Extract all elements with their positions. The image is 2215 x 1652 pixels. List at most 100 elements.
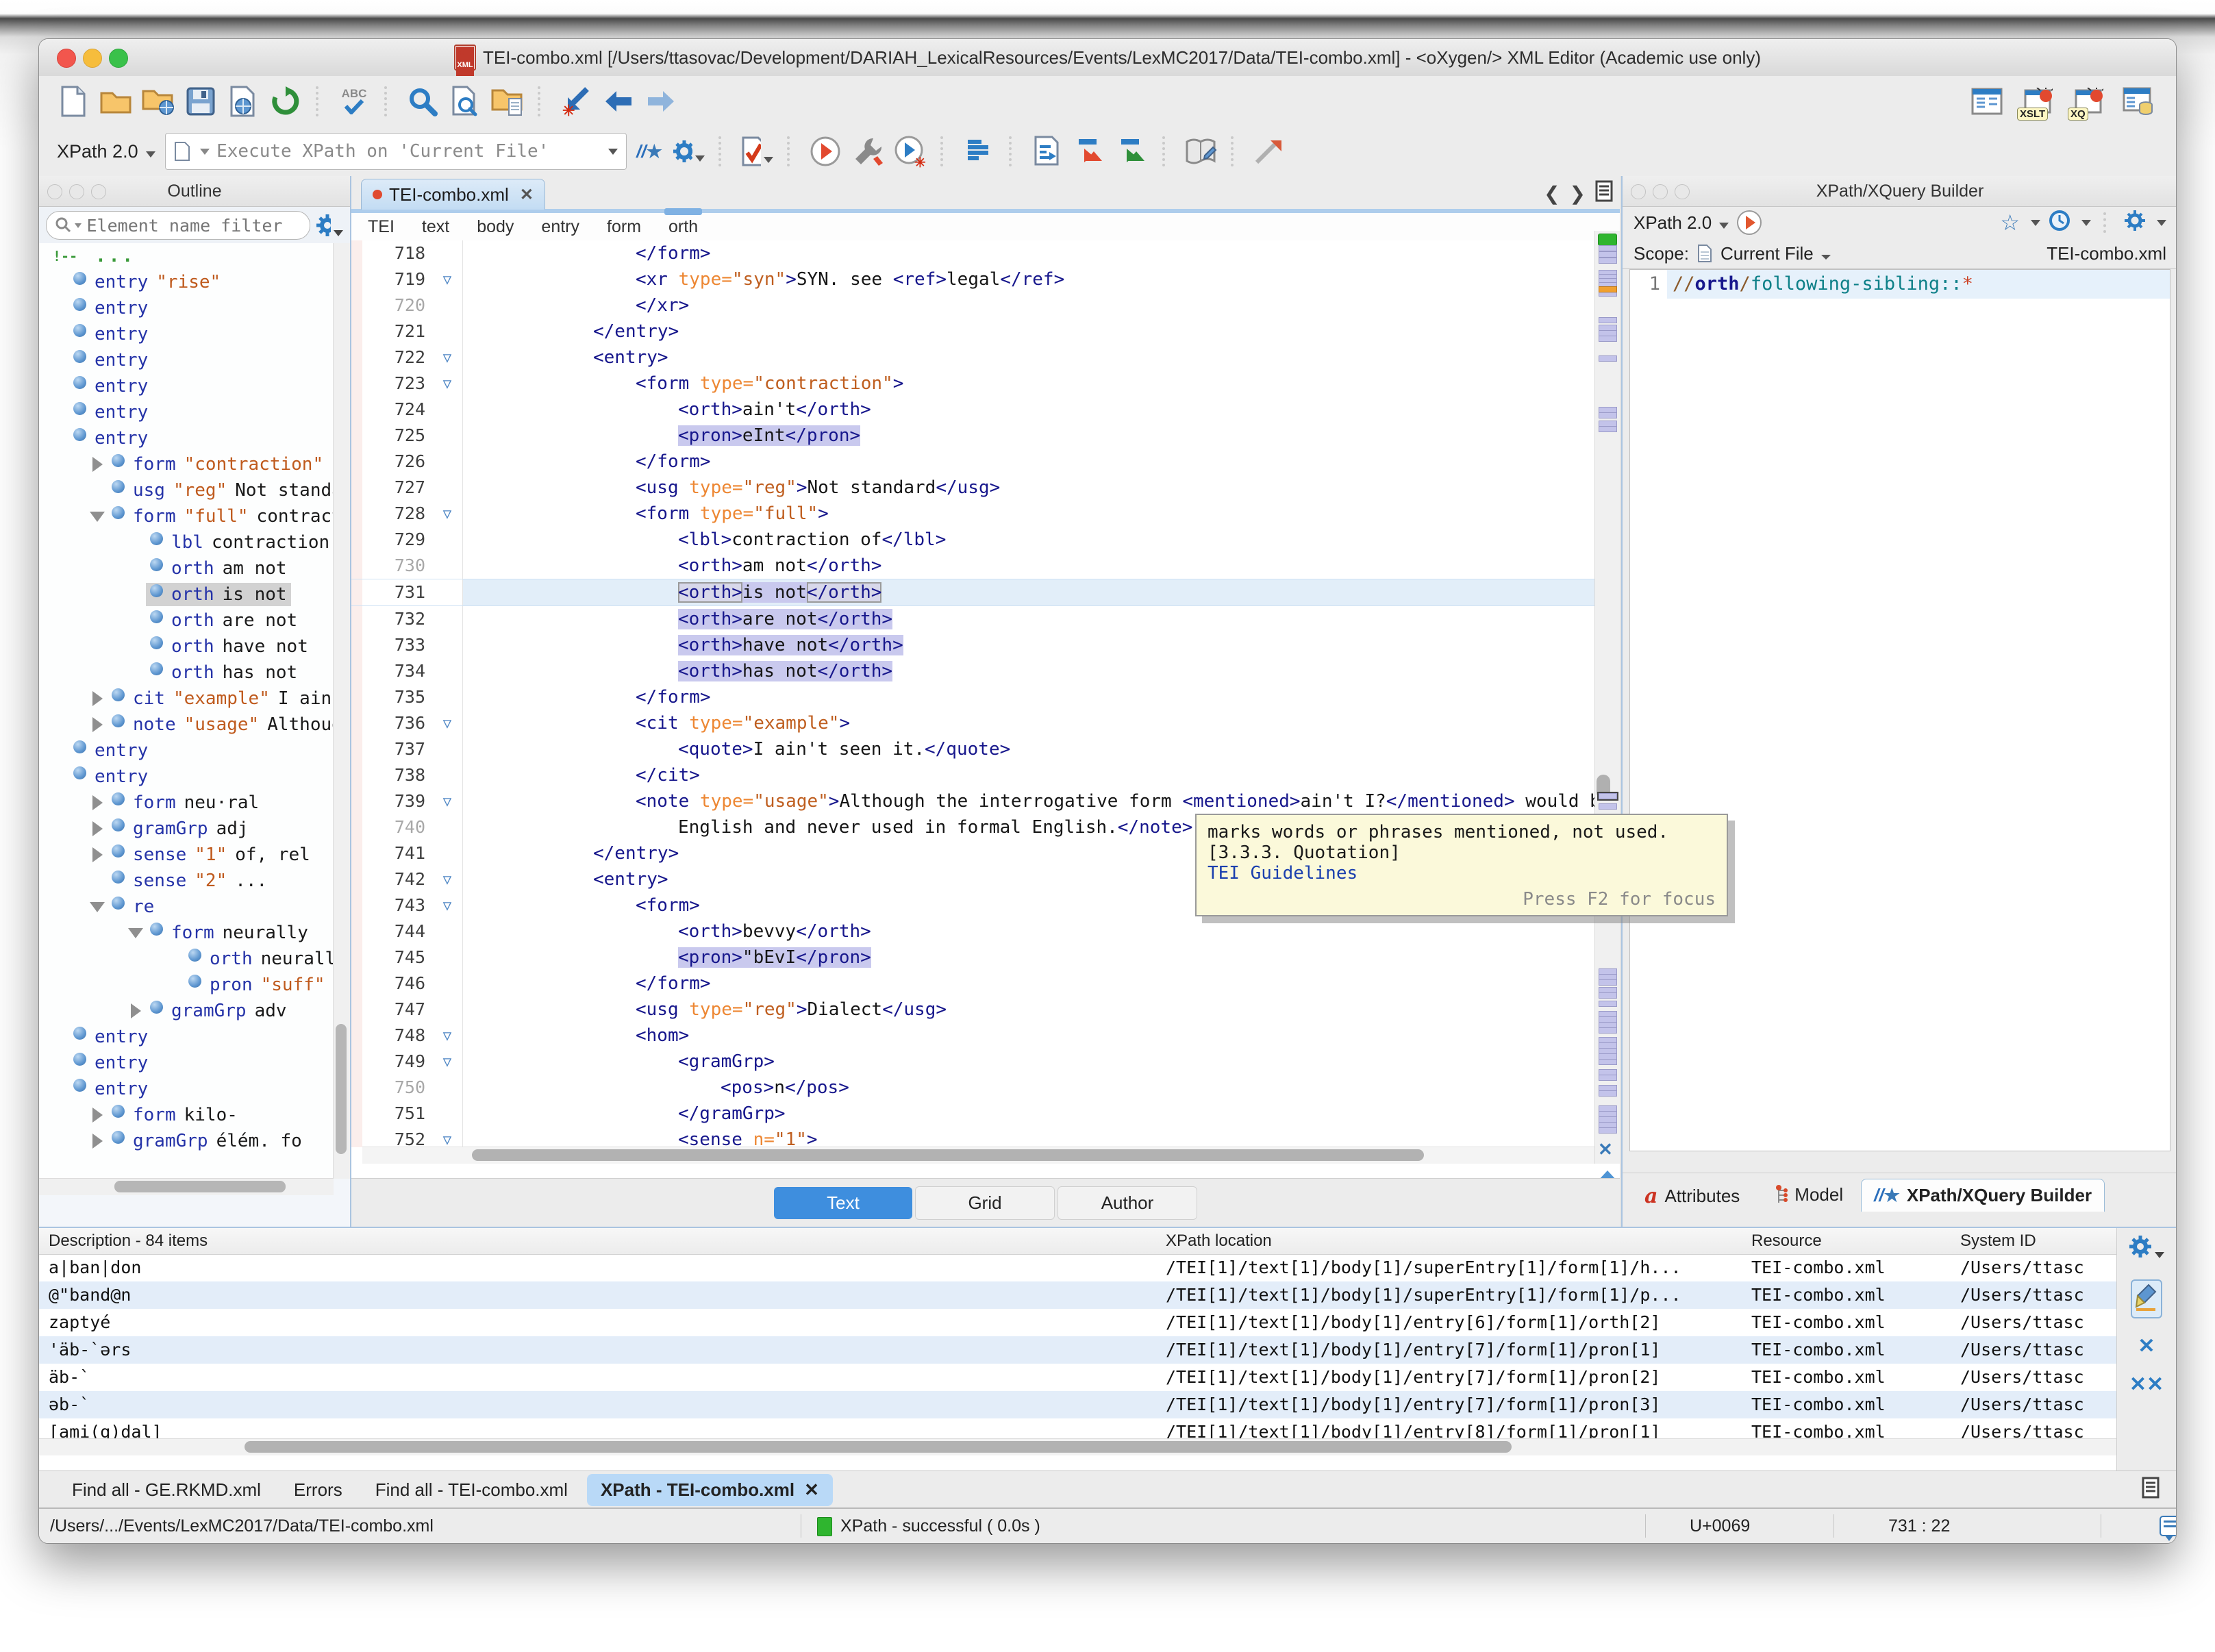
fold-toggle-icon[interactable]: ▽ (432, 1049, 463, 1075)
xpath-favorites-icon[interactable]: //★ (636, 135, 662, 168)
back-button[interactable] (602, 85, 635, 118)
outline-item[interactable]: !--... (39, 243, 334, 269)
expand-toggle-icon[interactable] (87, 847, 108, 862)
code-line[interactable]: 748▽<hom> (351, 1023, 1595, 1049)
expand-toggle-icon[interactable] (87, 902, 108, 912)
outline-item[interactable]: formneurally (39, 920, 334, 946)
outline-item[interactable]: formneu·ral (39, 790, 334, 816)
code-line[interactable]: 724<orth>ain't</orth> (351, 397, 1595, 423)
outline-item[interactable]: entry (39, 1076, 334, 1102)
scope-dropdown[interactable]: Current File (1720, 243, 1831, 264)
result-row[interactable]: a|ban|don/TEI[1]/text[1]/body[1]/superEn… (39, 1254, 2117, 1281)
find-in-files-button[interactable] (449, 85, 481, 118)
outline-item[interactable]: re (39, 894, 334, 920)
code-line[interactable]: 733<orth>have not</orth> (351, 632, 1595, 658)
outline-item[interactable]: gramGrpélém. fo (39, 1128, 334, 1154)
result-row[interactable]: 'äb-`ərs/TEI[1]/text[1]/body[1]/entry[7]… (39, 1336, 2117, 1364)
save-as-url-button[interactable] (227, 85, 260, 118)
builder-expression-editor[interactable]: 1 //orth/following-sibling::* (1629, 269, 2170, 1151)
code-line[interactable]: 720</xr> (351, 292, 1595, 318)
fold-toggle-icon[interactable]: ▽ (432, 1127, 463, 1147)
code-line[interactable]: 723▽<form type="contraction"> (351, 371, 1595, 397)
bottom-tab-xpath-tei-combo-xml[interactable]: XPath - TEI-combo.xml✕ (587, 1474, 833, 1506)
fold-toggle-icon[interactable]: ▽ (432, 501, 463, 527)
open-folder-button[interactable] (99, 85, 132, 118)
outline-item[interactable]: entry (39, 347, 334, 373)
outline-item[interactable]: form"full"contraction of (39, 503, 334, 529)
outline-item[interactable]: cit"example"I ain't seen it. (39, 686, 334, 712)
documentation-edit-icon[interactable] (1184, 135, 1217, 168)
remove-all-results-icon[interactable]: ✕✕ (2129, 1375, 2164, 1395)
expand-toggle-icon[interactable] (87, 691, 108, 706)
validate-button[interactable] (740, 135, 773, 168)
code-line[interactable]: 721</entry> (351, 318, 1595, 345)
view-tab-author[interactable]: Author (1058, 1186, 1197, 1220)
view-tab-text[interactable]: Text (774, 1187, 912, 1219)
forward-button[interactable] (645, 85, 677, 118)
fold-toggle-icon[interactable]: ▽ (432, 1023, 463, 1049)
breadcrumb-item-orth[interactable]: orth (668, 217, 698, 237)
apply-transformation-button[interactable] (809, 135, 842, 168)
fold-toggle-icon[interactable]: ▽ (432, 866, 463, 892)
save-button[interactable] (184, 85, 217, 118)
builder-settings-gear-icon[interactable] (2124, 210, 2146, 236)
close-window-button[interactable] (57, 49, 76, 68)
outline-item[interactable]: form"contraction" (39, 451, 334, 477)
database-perspective-icon[interactable] (2123, 85, 2155, 118)
outline-item[interactable]: entry (39, 399, 334, 425)
close-tab-icon[interactable]: ✕ (520, 185, 534, 205)
message-bubble-icon[interactable] (2160, 1516, 2177, 1541)
outline-item[interactable]: entry (39, 321, 334, 347)
outline-vertical-scrollbar[interactable] (333, 243, 350, 1179)
clear-highlights-icon[interactable]: ✕ (1598, 1142, 1613, 1157)
code-line[interactable]: 752▽<sense n="1"> (351, 1127, 1595, 1147)
results-settings-gear-icon[interactable] (2129, 1235, 2164, 1262)
panel-list-icon[interactable] (2142, 1477, 2160, 1503)
next-tab-icon[interactable]: ❯ (1570, 182, 1586, 205)
fold-toggle-icon[interactable]: ▽ (432, 345, 463, 371)
outline-item[interactable]: usg"reg"Not standard (39, 477, 334, 503)
outline-item[interactable]: gramGrpadj (39, 816, 334, 842)
breadcrumb-item-form[interactable]: form (607, 217, 641, 237)
outline-item[interactable]: entry (39, 373, 334, 399)
outline-item[interactable]: ortham not (39, 555, 334, 581)
breadcrumb-item-body[interactable]: body (477, 217, 514, 237)
outline-panel-header[interactable]: Outline (39, 176, 350, 207)
code-line[interactable]: 730<orth>am not</orth> (351, 553, 1595, 579)
breadcrumb-item-entry[interactable]: entry (541, 217, 579, 237)
code-line[interactable]: 722▽<entry> (351, 345, 1595, 371)
expand-toggle-icon[interactable] (87, 512, 108, 522)
code-line[interactable]: 719▽<xr type="syn">SYN. see <ref>legal</… (351, 266, 1595, 292)
editor-tab[interactable]: TEI-combo.xml ✕ (361, 179, 545, 210)
last-edit-location-button[interactable]: ✳ (560, 85, 592, 118)
breadcrumb-item-text[interactable]: text (422, 217, 449, 237)
code-line[interactable]: 725<pron>eInt</pron> (351, 423, 1595, 449)
outline-item[interactable]: gramGrpadv (39, 998, 334, 1024)
minimize-window-button[interactable] (83, 49, 102, 68)
fold-toggle-icon[interactable]: ▽ (432, 266, 463, 292)
code-line[interactable]: 727<usg type="reg">Not standard</usg> (351, 475, 1595, 501)
expand-toggle-icon[interactable] (87, 717, 108, 732)
builder-panel-header[interactable]: XPath/XQuery Builder (1623, 176, 2177, 207)
code-line[interactable]: 726</form> (351, 449, 1595, 475)
outline-item[interactable]: orthhave not (39, 634, 334, 660)
debug-xquery-button[interactable]: XQ (2072, 85, 2105, 118)
debug-xslt-button[interactable]: XSLT (2021, 85, 2054, 118)
zoom-window-button[interactable] (109, 49, 128, 68)
angled-arrow-icon[interactable] (1253, 135, 1286, 168)
code-line[interactable]: 750<pos>n</pos> (351, 1075, 1595, 1101)
fold-toggle-icon[interactable]: ▽ (432, 892, 463, 918)
code-line[interactable]: 739▽<note type="usage">Although the inte… (351, 788, 1595, 814)
breadcrumb-item-TEI[interactable]: TEI (368, 217, 395, 237)
code-line[interactable]: 734<orth>has not</orth> (351, 658, 1595, 684)
outline-item[interactable]: sense"2"... (39, 868, 334, 894)
fold-toggle-icon[interactable]: ▽ (432, 788, 463, 814)
code-editor[interactable]: 718</form>719▽<xr type="syn">SYN. see <r… (351, 240, 1595, 1147)
code-line[interactable]: 751</gramGrp> (351, 1101, 1595, 1127)
outline-item[interactable]: orthare not (39, 608, 334, 634)
result-row[interactable]: @"band@n/TEI[1]/text[1]/body[1]/superEnt… (39, 1281, 2117, 1309)
builder-tab-xpath-xquery-builder[interactable]: //★XPath/XQuery Builder (1861, 1179, 2105, 1212)
code-line[interactable]: 729<lbl>contraction of</lbl> (351, 527, 1595, 553)
outline-item[interactable]: orthhas not (39, 660, 334, 686)
outline-item[interactable]: entry (39, 738, 334, 764)
